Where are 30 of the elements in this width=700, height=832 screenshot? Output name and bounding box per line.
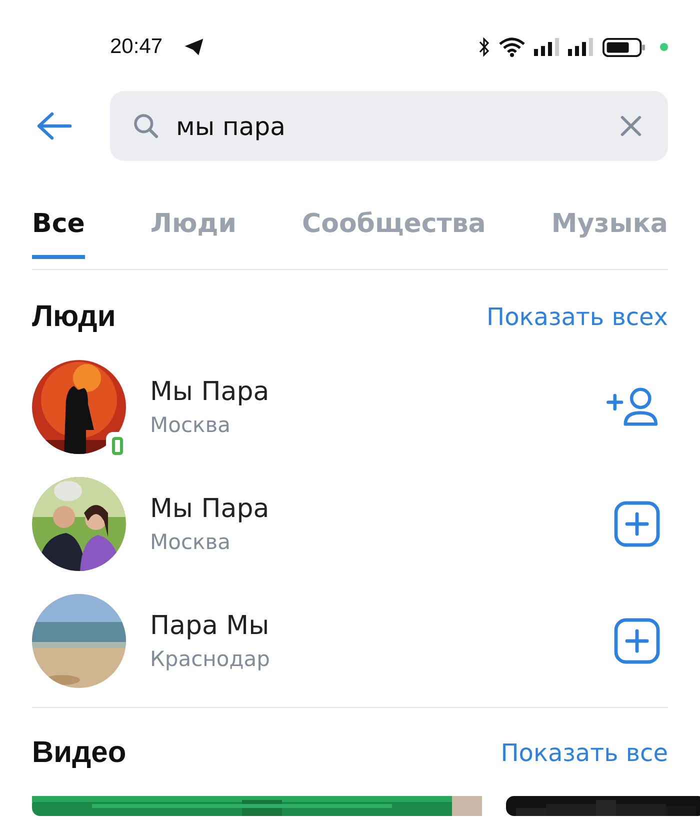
add-icon[interactable] — [614, 618, 660, 664]
person-name: Мы Пара — [150, 376, 270, 406]
add-friend-icon[interactable] — [606, 386, 660, 428]
show-all-link[interactable]: Показать всех — [486, 303, 668, 331]
person-name: Пара Мы — [150, 610, 270, 640]
person-name: Мы Пара — [150, 494, 270, 524]
signal-icon — [568, 37, 594, 57]
status-dot-icon — [660, 43, 668, 51]
bluetooth-icon — [478, 37, 490, 57]
status-time: 20:47 — [110, 35, 163, 59]
search-field[interactable]: мы пара — [110, 91, 668, 161]
search-input[interactable]: мы пара — [174, 110, 604, 142]
section-title: Люди — [32, 300, 116, 334]
paper-plane-icon — [182, 36, 205, 58]
person-city: Краснодар — [150, 646, 271, 670]
close-icon[interactable] — [618, 113, 644, 139]
section-title: Видео — [32, 736, 126, 770]
tab[interactable]: Все — [32, 199, 85, 259]
tab[interactable]: Сообщества — [302, 199, 486, 259]
back-arrow-icon[interactable] — [36, 111, 72, 141]
signal-icon — [534, 37, 560, 57]
tab[interactable]: Люди — [150, 199, 236, 259]
search-icon — [132, 112, 160, 140]
wifi-icon — [498, 36, 526, 58]
battery-icon — [602, 36, 646, 58]
tab[interactable]: Музыка — [551, 199, 668, 259]
add-icon[interactable] — [614, 500, 660, 546]
show-all-link[interactable]: Показать все — [500, 739, 668, 767]
person-city: Москва — [150, 412, 232, 436]
person-city: Москва — [150, 530, 232, 554]
